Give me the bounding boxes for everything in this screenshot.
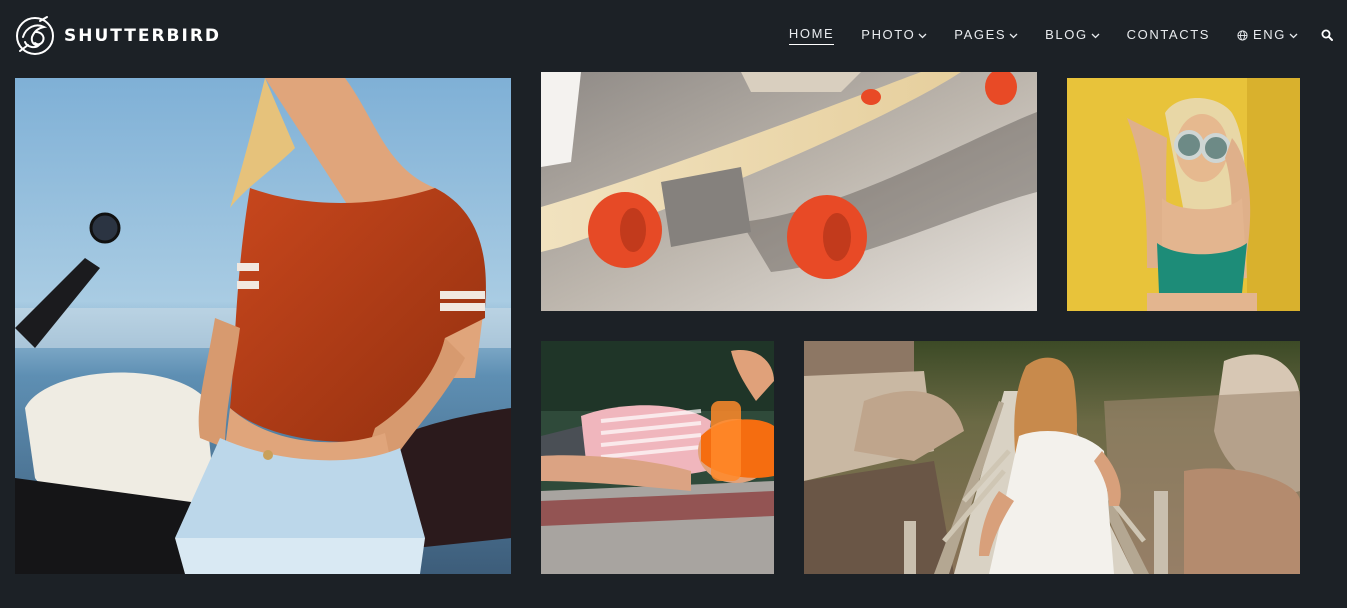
chevron-down-icon: [1289, 33, 1298, 38]
chevron-down-icon: [918, 33, 927, 38]
search-icon[interactable]: [1321, 29, 1333, 41]
site-header: SHUTTERBIRD HOME PHOTO PAGES BLOG CONTAC…: [0, 0, 1347, 72]
main-navigation: HOME PHOTO PAGES BLOG CONTACTS ENG: [762, 25, 1333, 45]
nav-label-pages: PAGES: [954, 27, 1007, 42]
nav-label-language: ENG: [1253, 27, 1286, 42]
brand-name: SHUTTERBIRD: [64, 26, 222, 46]
nav-item-blog[interactable]: BLOG: [1045, 25, 1100, 45]
nav-item-pages[interactable]: PAGES: [954, 25, 1018, 45]
photo-bridge-woman-image: [804, 341, 1300, 574]
photo-visor-woman-image: [541, 341, 774, 574]
nav-label-home: HOME: [788, 26, 835, 45]
chevron-down-icon: [1091, 33, 1100, 38]
brand-logo[interactable]: SHUTTERBIRD: [14, 14, 221, 58]
nav-item-contacts[interactable]: CONTACTS: [1127, 25, 1210, 45]
gallery-photo-longboard[interactable]: [541, 72, 1037, 311]
gallery-photo-motorcycle-woman[interactable]: [15, 78, 511, 574]
gallery-photo-bridge-woman[interactable]: [804, 341, 1300, 574]
photo-sunglasses-woman-image: [1067, 78, 1300, 311]
nav-label-photo: PHOTO: [861, 27, 916, 42]
gallery-photo-visor-woman[interactable]: [541, 341, 774, 574]
nav-item-photo[interactable]: PHOTO: [861, 25, 927, 45]
nav-label-contacts: CONTACTS: [1126, 27, 1211, 42]
photo-longboard-image: [541, 72, 1037, 311]
bird-camera-logo-icon: [16, 16, 54, 55]
globe-icon: [1237, 29, 1248, 41]
nav-label-blog: BLOG: [1045, 27, 1088, 42]
gallery-photo-sunglasses-woman[interactable]: [1067, 78, 1300, 311]
photo-motorcycle-woman-image: [15, 78, 511, 574]
chevron-down-icon: [1009, 33, 1018, 38]
nav-item-home[interactable]: HOME: [788, 25, 835, 45]
nav-item-language[interactable]: ENG: [1237, 25, 1298, 45]
